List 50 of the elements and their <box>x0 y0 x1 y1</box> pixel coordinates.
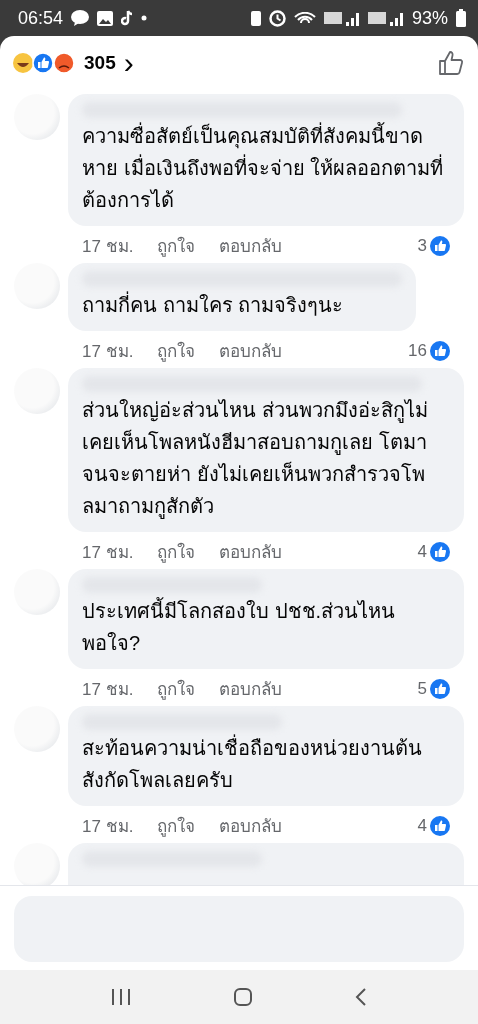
reaction-count[interactable]: 305 <box>84 52 116 74</box>
comment-time: 17 ชม. <box>82 236 134 258</box>
phone-icon <box>250 10 261 26</box>
image-icon <box>97 10 114 26</box>
like-link[interactable]: ถูกใจ <box>157 232 196 259</box>
comment-text: ส่วนใหญ่อ่ะส่วนไหน ส่วนพวกมึงอ่ะสิกูไม่เคยเห็นโพลหนังฮีมาสอบถามกูเลย โตมาจนจะตายห่า ยังไม่เคยเห็นพวกสำรวจโพลมาถามกูสักตัว <box>82 398 429 521</box>
reaction-icons <box>12 52 76 74</box>
like-count: 16 <box>408 340 427 361</box>
reply-link[interactable]: ตอบกลับ <box>219 232 283 259</box>
music-note-icon <box>121 10 134 26</box>
back-icon[interactable] <box>353 987 368 1007</box>
status-time: 06:54 <box>18 7 64 29</box>
recent-apps-icon[interactable] <box>110 987 133 1007</box>
like-icon <box>430 815 450 836</box>
like-link[interactable]: ถูกใจ <box>157 675 196 702</box>
reply-link[interactable]: ตอบกลับ <box>219 675 283 702</box>
reply-link[interactable]: ตอบกลับ <box>219 337 283 364</box>
like-icon <box>430 340 450 361</box>
like-link[interactable]: ถูกใจ <box>157 538 196 565</box>
reply-link[interactable]: ตอบกลับ <box>219 812 283 839</box>
comment-time: 17 ชม. <box>82 816 134 838</box>
reply-link[interactable]: ตอบกลับ <box>219 538 283 565</box>
like-link[interactable]: ถูกใจ <box>157 812 196 839</box>
dot-icon <box>141 15 148 21</box>
comment-text: สะท้อนความน่าเชื่อถือของหน่วยงานต้นสังกัดโพลเลยครับ <box>82 732 450 796</box>
battery-percent: 93% <box>411 7 448 29</box>
alarm-icon <box>268 9 286 27</box>
battery-icon <box>456 9 466 27</box>
home-icon[interactable] <box>233 987 253 1007</box>
signal-icon <box>323 10 360 26</box>
thumbs-up-icon[interactable] <box>438 50 464 76</box>
comment-text: ถามกี่คน ถามใคร ถามจริงๆนะ <box>82 289 402 321</box>
chevron-glyph[interactable]: › <box>123 48 134 78</box>
like-count: 4 <box>417 815 427 836</box>
like-count: 5 <box>417 678 427 699</box>
like-link[interactable]: ถูกใจ <box>157 337 196 364</box>
like-count: 3 <box>417 235 427 256</box>
like-count: 4 <box>417 541 427 562</box>
like-icon <box>430 678 450 699</box>
comment-time: 17 ชม. <box>82 341 134 363</box>
wifi-icon <box>293 12 316 24</box>
avatar[interactable] <box>14 843 60 885</box>
comment-time: 17 ชม. <box>82 542 134 564</box>
comment-time: 17 ชม. <box>82 679 134 701</box>
like-icon <box>430 541 450 562</box>
signal-icon <box>367 10 404 26</box>
comment-text: ประเทศนี้มีโลกสองใบ ปชช.ส่วนไหนพอใจ? <box>82 595 450 659</box>
like-icon <box>430 235 450 256</box>
comment-text: ความซื่อสัตย์เป็นคุณสมบัติที่สังคมนี้ขาดหาย เมื่อเงินถึงพอที่จะจ่าย ให้ผลออกตามที่ต้องการได้ <box>82 120 450 216</box>
chat-bubble-icon <box>71 10 90 26</box>
